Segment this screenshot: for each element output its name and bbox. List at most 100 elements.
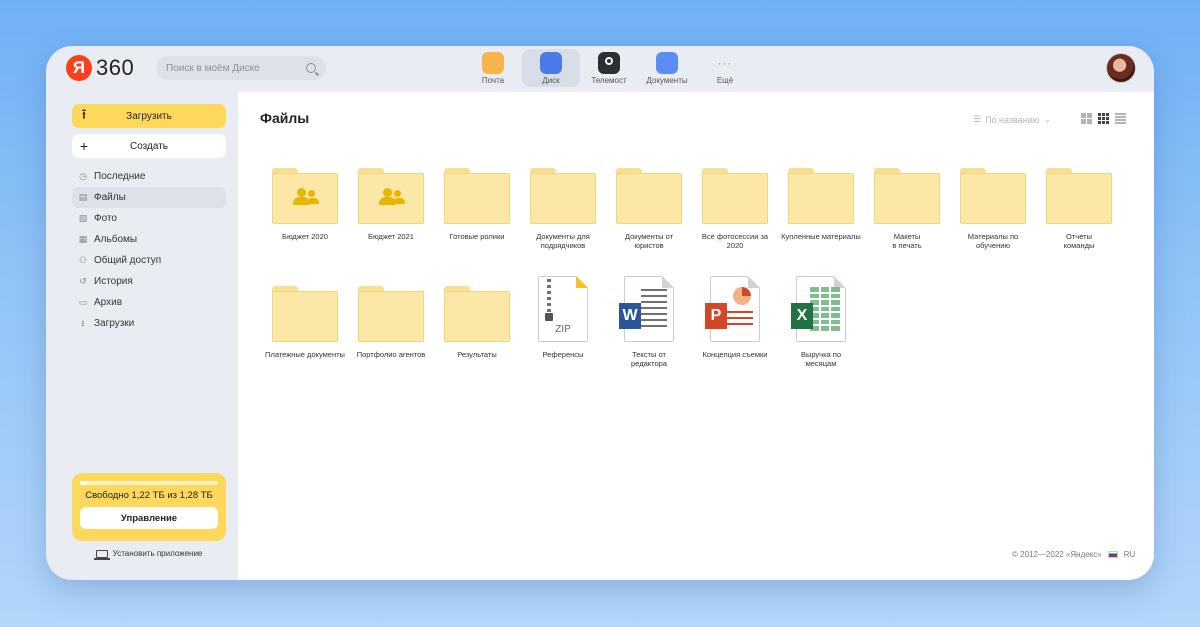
shared-users-icon — [379, 188, 405, 206]
file-thumbnail — [270, 282, 340, 342]
sidebar-item-photo[interactable]: ▧ Фото — [72, 208, 226, 229]
folder-icon — [444, 286, 510, 342]
yandex-360-logo[interactable]: Я 360 — [66, 55, 134, 81]
disk-icon — [540, 52, 562, 74]
storage-progress-bar — [80, 481, 218, 485]
folder-item[interactable]: Купленные материалы — [778, 164, 864, 272]
service-mail[interactable]: Почта — [464, 49, 522, 87]
sidebar-item-downloads[interactable]: ⭳ Загрузки — [72, 313, 226, 334]
folder-item[interactable]: Бюджет 2020 — [262, 164, 348, 272]
file-thumbnail — [700, 164, 770, 224]
word-icon: W — [619, 276, 674, 342]
file-type-badge: P — [705, 303, 727, 329]
excel-icon: X — [791, 276, 846, 342]
powerpoint-icon: P — [705, 276, 760, 342]
folder-item[interactable]: Документы для подрядчиков — [520, 164, 606, 272]
service-documents[interactable]: Документы — [638, 49, 696, 87]
sidebar-item-clock[interactable]: ◷ Последние — [72, 166, 226, 187]
service-telemost[interactable]: Телемост — [580, 49, 638, 87]
file-thumbnail — [528, 164, 598, 224]
sidebar-item-label: Фото — [94, 213, 117, 224]
sort-dropdown[interactable]: ☰ По названию ⌄ — [973, 114, 1051, 125]
folder-item[interactable]: Готовые ролики — [434, 164, 520, 272]
folder-item[interactable]: Бюджет 2021 — [348, 164, 434, 272]
service-more[interactable]: ··· Ещё — [696, 49, 754, 87]
app-window: Я 360 Поиск в моём Диске Почта Диск Телемо… — [46, 46, 1154, 580]
folder-item[interactable]: Отчеты команды — [1036, 164, 1122, 272]
photo-icon: ▧ — [78, 213, 88, 223]
sidebar-item-albums[interactable]: ▦ Альбомы — [72, 229, 226, 250]
install-app-label: Установить приложение — [112, 549, 203, 558]
service-label: Диск — [542, 76, 560, 85]
history-icon: ↺ — [79, 276, 87, 286]
file-thumbnail — [356, 282, 426, 342]
file-name: Результаты — [457, 350, 497, 359]
file-name: Бюджет 2021 — [368, 232, 414, 241]
service-label: Почта — [481, 76, 505, 85]
file-thumbnail — [872, 164, 942, 224]
services-bar: Почта Диск Телемост Документы ··· Ещё — [464, 49, 754, 87]
mail-icon — [482, 52, 504, 74]
avatar[interactable] — [1106, 53, 1136, 83]
russia-flag-icon — [1107, 551, 1118, 558]
service-disk[interactable]: Диск — [522, 49, 580, 87]
create-button[interactable]: + Создать — [72, 134, 226, 158]
folder-icon — [874, 168, 940, 224]
file-thumbnail — [442, 282, 512, 342]
file-name: Готовые ролики — [449, 232, 505, 241]
file-thumbnail — [442, 164, 512, 224]
clock-icon: ◷ — [79, 171, 87, 181]
list-view-icon[interactable] — [1115, 113, 1126, 124]
sidebar-item-label: Загрузки — [94, 318, 135, 329]
sidebar-item-label: Файлы — [94, 192, 126, 203]
language-switch[interactable]: RU — [1124, 550, 1136, 559]
large-tiles-view-icon[interactable] — [1081, 113, 1092, 124]
albums-icon: ▦ — [78, 234, 88, 244]
page-title: Файлы — [260, 110, 310, 126]
service-label: Ещё — [716, 76, 734, 85]
sidebar-item-label: Общий доступ — [94, 255, 162, 266]
folder-item[interactable]: Результаты — [434, 282, 520, 390]
file-item[interactable]: X Выручка по месяцам — [778, 276, 864, 390]
main-content: Файлы ☰ По названию ⌄ Бюджет 2020 Бюджет … — [238, 92, 1154, 580]
file-name: Портфолио агентов — [356, 350, 426, 359]
search-icon[interactable] — [306, 63, 316, 73]
create-label: Создать — [129, 140, 168, 152]
sidebar-item-files[interactable]: ▤ Файлы — [72, 187, 226, 208]
file-item[interactable]: P Концепция съемки — [692, 276, 778, 390]
folder-item[interactable]: Портфолио агентов — [348, 282, 434, 390]
plus-icon: + — [79, 138, 89, 154]
file-item[interactable]: W Тексты от редактора — [606, 276, 692, 390]
folder-item[interactable]: Материалы по обучению — [950, 164, 1036, 272]
manage-button[interactable]: Управление — [80, 507, 218, 529]
file-item[interactable]: ZIP Референсы — [520, 276, 606, 390]
file-name: Отчеты команды — [1063, 232, 1095, 250]
install-app-link[interactable]: Установить приложение — [72, 549, 226, 560]
file-type-badge: X — [791, 303, 813, 329]
folder-item[interactable]: Документы от юристов — [606, 164, 692, 272]
file-thumbnail: ZIP — [528, 276, 598, 342]
file-name: Материалы по обучению — [967, 232, 1019, 250]
file-name: Макеты в печать — [892, 232, 922, 250]
storage-text: Свободно 1,22 ТБ из 1,28 ТБ — [85, 490, 213, 501]
folder-icon — [358, 286, 424, 342]
sidebar-item-archive[interactable]: ▭ Архив — [72, 292, 226, 313]
file-name: Платежные документы — [265, 350, 345, 359]
sidebar-item-label: Последние — [94, 171, 146, 182]
folder-item[interactable]: Платежные документы — [262, 282, 348, 390]
small-tiles-view-icon[interactable] — [1098, 113, 1109, 124]
telemost-icon — [598, 52, 620, 74]
folder-icon — [530, 168, 596, 224]
search-input[interactable]: Поиск в моём Диске — [156, 56, 326, 80]
upload-button[interactable]: ⭱ Загрузить — [72, 104, 226, 128]
sidebar-item-shared-access[interactable]: ⚇ Общий доступ — [72, 250, 226, 271]
file-name: Все фотосессии за 2020 — [701, 232, 769, 250]
zip-label: ZIP — [555, 324, 571, 335]
top-bar: Я 360 Поиск в моём Диске Почта Диск Телемо… — [46, 46, 1154, 92]
folder-item[interactable]: Макеты в печать — [864, 164, 950, 272]
sidebar-item-history[interactable]: ↺ История — [72, 271, 226, 292]
storage-progress-fill — [80, 481, 87, 485]
yandex-logo-icon: Я — [66, 55, 92, 81]
folder-item[interactable]: Все фотосессии за 2020 — [692, 164, 778, 272]
service-label: Документы — [646, 76, 688, 85]
